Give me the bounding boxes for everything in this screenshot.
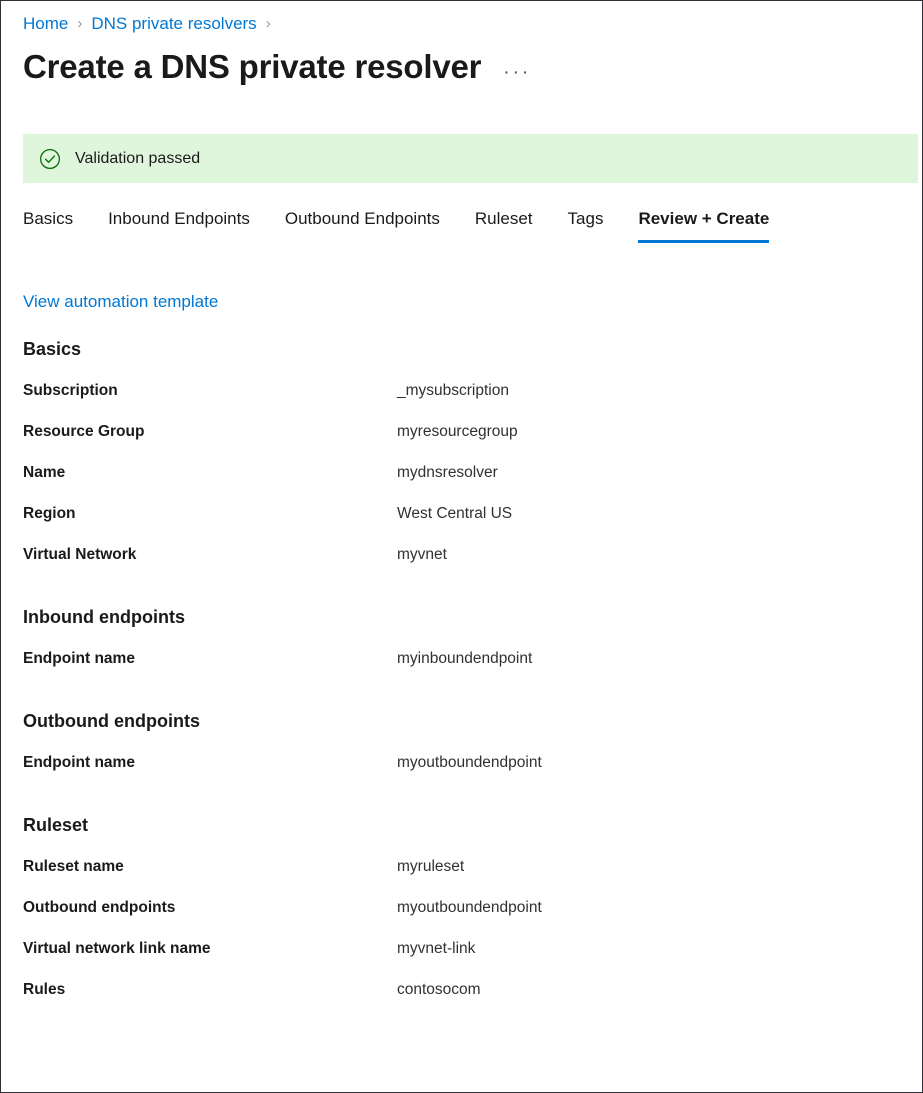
validation-status-text: Validation passed xyxy=(75,150,200,168)
summary-row-label: Ruleset name xyxy=(23,858,397,876)
summary-row: Endpoint namemyoutboundendpoint xyxy=(23,754,903,795)
review-content: View automation template Basics Subscript… xyxy=(23,292,903,1022)
summary-row-value: _mysubscription xyxy=(397,382,509,400)
summary-row-value: contosocom xyxy=(397,981,481,999)
summary-row: Namemydnsresolver xyxy=(23,464,903,505)
summary-sections: BasicsSubscription_mysubscriptionResourc… xyxy=(23,339,903,1022)
page-title: Create a DNS private resolver xyxy=(23,48,481,86)
tab-ruleset[interactable]: Ruleset xyxy=(475,209,533,243)
view-automation-template-link[interactable]: View automation template xyxy=(23,292,218,312)
summary-section: Inbound endpoints Endpoint namemyinbounde… xyxy=(23,607,903,691)
breadcrumb-chevron-icon: › xyxy=(77,16,82,31)
section-heading: Inbound endpoints xyxy=(23,607,903,628)
summary-row: Outbound endpointsmyoutboundendpoint xyxy=(23,899,903,940)
summary-row-label: Rules xyxy=(23,981,397,999)
summary-row: Subscription_mysubscription xyxy=(23,382,903,423)
summary-section: RulesetRuleset namemyrulesetOutbound end… xyxy=(23,815,903,1022)
summary-row: Virtual Networkmyvnet xyxy=(23,546,903,587)
summary-row-value: myvnet-link xyxy=(397,940,475,958)
summary-row-label: Endpoint name xyxy=(23,754,397,772)
check-circle-icon xyxy=(39,148,61,170)
section-heading: Outbound endpoints xyxy=(23,711,903,732)
breadcrumb-item-1[interactable]: DNS private resolvers xyxy=(91,14,256,34)
summary-row: Resource Groupmyresourcegroup xyxy=(23,423,903,464)
section-heading: Ruleset xyxy=(23,815,903,836)
section-heading: Basics xyxy=(23,339,903,360)
summary-row: Endpoint namemyinboundendpoint xyxy=(23,650,903,691)
validation-status-banner: Validation passed xyxy=(23,134,918,183)
summary-row-value: myruleset xyxy=(397,858,464,876)
summary-row-label: Subscription xyxy=(23,382,397,400)
summary-row: RegionWest Central US xyxy=(23,505,903,546)
summary-row-value: myoutboundendpoint xyxy=(397,899,542,917)
summary-row: Ruleset namemyruleset xyxy=(23,858,903,899)
tab-basics[interactable]: Basics xyxy=(23,209,73,243)
page-title-row: Create a DNS private resolver ··· xyxy=(23,48,531,86)
summary-row: Virtual network link namemyvnet-link xyxy=(23,940,903,981)
summary-row-value: mydnsresolver xyxy=(397,464,498,482)
create-dns-private-resolver-page: Home › DNS private resolvers › Create a DNS… xyxy=(0,0,923,1093)
summary-row-value: myresourcegroup xyxy=(397,423,518,441)
breadcrumb: Home › DNS private resolvers › xyxy=(23,11,280,37)
more-options-icon[interactable]: ··· xyxy=(503,63,531,82)
summary-row-value: myoutboundendpoint xyxy=(397,754,542,772)
tab-tags[interactable]: Tags xyxy=(568,209,604,243)
tab-inbound-endpoints[interactable]: Inbound Endpoints xyxy=(108,209,250,243)
wizard-tabs: Basics Inbound Endpoints Outbound Endpoint… xyxy=(23,209,769,243)
breadcrumb-chevron-icon: › xyxy=(266,16,271,31)
summary-row-value: myinboundendpoint xyxy=(397,650,532,668)
summary-row-label: Endpoint name xyxy=(23,650,397,668)
summary-row-label: Virtual network link name xyxy=(23,940,397,958)
tab-outbound-endpoints[interactable]: Outbound Endpoints xyxy=(285,209,440,243)
summary-row: Rulescontosocom xyxy=(23,981,903,1022)
breadcrumb-item-0[interactable]: Home xyxy=(23,14,68,34)
summary-section: BasicsSubscription_mysubscriptionResourc… xyxy=(23,339,903,587)
summary-row-label: Region xyxy=(23,505,397,523)
summary-row-value: myvnet xyxy=(397,546,447,564)
summary-row-value: West Central US xyxy=(397,505,512,523)
summary-row-label: Virtual Network xyxy=(23,546,397,564)
tab-review-create[interactable]: Review + Create xyxy=(638,209,769,243)
summary-row-label: Resource Group xyxy=(23,423,397,441)
summary-row-label: Name xyxy=(23,464,397,482)
summary-row-label: Outbound endpoints xyxy=(23,899,397,917)
summary-section: Outbound endpoints Endpoint namemyoutboun… xyxy=(23,711,903,795)
